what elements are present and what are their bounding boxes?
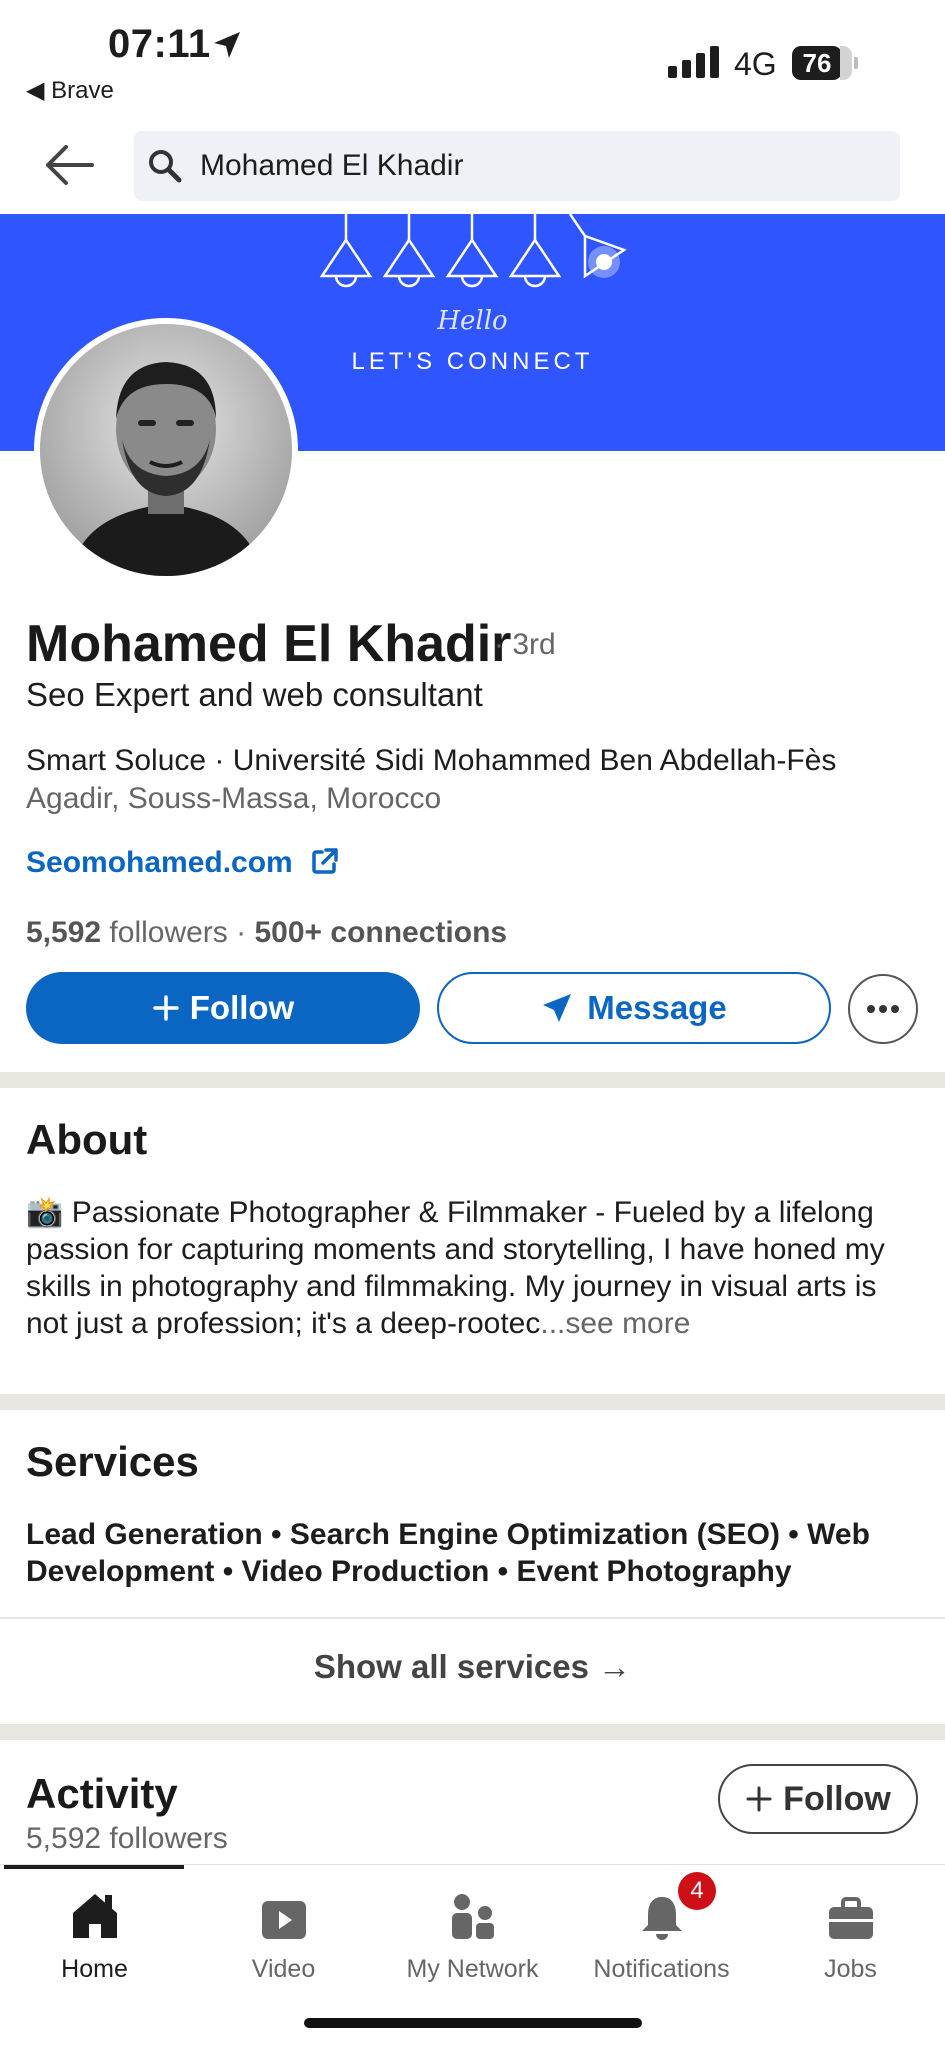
person-photo-icon [40, 324, 292, 576]
nav-item-video[interactable]: Video [189, 1879, 378, 1984]
activity-followers: 5,592 followers [26, 1822, 228, 1855]
nav-item-my-network[interactable]: My Network [378, 1879, 567, 1984]
search-input[interactable]: Mohamed El Khadir [134, 131, 900, 201]
nav-label: Notifications [593, 1955, 730, 1983]
notification-badge: 4 [678, 1872, 716, 1910]
nav-label: My Network [406, 1955, 539, 1983]
activity-follow-label: Follow [783, 1779, 891, 1818]
search-icon [149, 150, 182, 183]
home-indicator[interactable] [304, 2018, 642, 2028]
follow-button[interactable]: Follow [26, 972, 420, 1044]
section-divider [0, 1072, 945, 1088]
services-title: Services [26, 1438, 199, 1485]
profile-name: Mohamed El Khadir [26, 615, 512, 673]
profile-headline: Seo Expert and web consultant [26, 676, 483, 713]
follow-button-label: Follow [189, 989, 295, 1026]
home-icon [72, 1894, 117, 1938]
activity-title: Activity [26, 1770, 178, 1817]
section-divider [0, 1724, 945, 1740]
back-to-app-link[interactable]: ◀ Brave [26, 76, 114, 105]
external-link-icon[interactable] [310, 846, 340, 876]
nav-label: Video [251, 1955, 316, 1983]
profile-company-education[interactable]: Smart Soluce · Université Sidi Mohammed … [26, 744, 836, 778]
battery-level: 76 [792, 46, 842, 80]
video-icon [261, 1901, 306, 1939]
nav-label: Home [61, 1955, 128, 1983]
about-body: Passionate Photographer & Filmmaker - Fu… [26, 1196, 885, 1340]
activity-follow-button[interactable]: Follow [718, 1764, 918, 1834]
plus-icon [746, 1786, 772, 1812]
message-button-label: Message [587, 989, 727, 1026]
nav-label: Jobs [824, 1955, 877, 1983]
about-title: About [26, 1116, 148, 1163]
network-icon [451, 1894, 494, 1939]
followers-label: followers [109, 916, 228, 949]
send-icon [543, 994, 572, 1022]
more-options-button[interactable] [848, 974, 918, 1044]
stats-separator: · [236, 916, 247, 949]
followers-count: 5,592 [26, 916, 102, 949]
more-dots-icon [867, 1005, 899, 1013]
active-tab-indicator [4, 1865, 184, 1869]
about-text: 📸 Passionate Photographer & Filmmaker - … [26, 1194, 926, 1342]
profile-location: Agadir, Souss-Massa, Morocco [26, 782, 442, 815]
status-time: 07:11 [108, 22, 211, 66]
battery-icon: 76 [792, 46, 858, 80]
section-divider [0, 1394, 945, 1410]
see-more-link[interactable]: ...see more [540, 1307, 690, 1340]
connection-degree: · 3rd [494, 628, 556, 661]
cellular-signal-icon [668, 46, 719, 78]
nav-item-home[interactable]: Home [0, 1879, 189, 1984]
nav-item-notifications[interactable]: Notifications [567, 1879, 756, 1984]
briefcase-icon [828, 1897, 873, 1939]
profile-stats: 5,592 followers · 500+ connections [26, 916, 507, 950]
show-all-services-button[interactable]: Show all services → [0, 1648, 945, 1686]
bell-icon [641, 1897, 682, 1940]
plus-icon [153, 995, 179, 1021]
connections-count[interactable]: 500+ connections [254, 916, 507, 949]
profile-avatar[interactable] [34, 318, 298, 582]
message-button[interactable]: Message [437, 972, 831, 1044]
location-arrow-icon [214, 32, 240, 58]
services-divider [0, 1617, 945, 1619]
profile-website-link[interactable]: Seomohamed.com [26, 846, 293, 880]
search-query: Mohamed El Khadir [200, 149, 464, 182]
camera-emoji-icon: 📸 [26, 1196, 64, 1229]
nav-item-jobs[interactable]: Jobs [756, 1879, 945, 1984]
network-type: 4G [734, 46, 777, 82]
services-list: Lead Generation • Search Engine Optimiza… [26, 1518, 870, 1588]
back-arrow-icon[interactable] [40, 140, 100, 190]
